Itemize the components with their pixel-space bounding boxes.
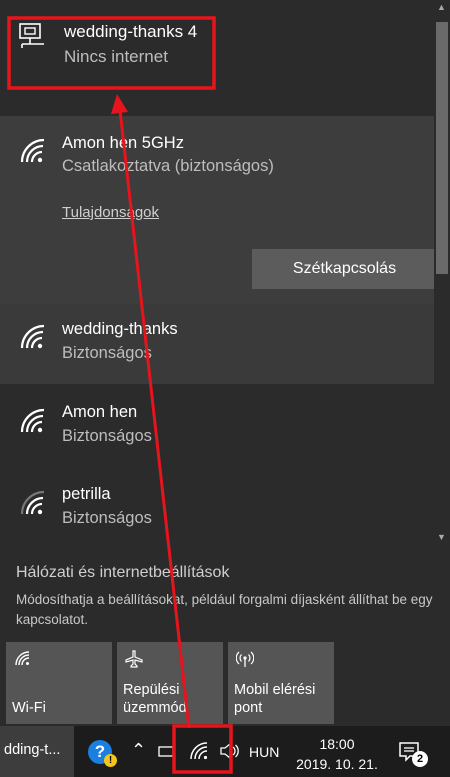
tile-label-line2: üzemmód [123,700,187,716]
network-name: Amon hen [62,403,138,421]
tile-label: Repülési üzemmód [123,681,187,717]
wifi-tile[interactable]: Wi-Fi [6,642,112,724]
network-list: wedding-thanks 4 Nincs internet Amon hen… [0,0,450,552]
tile-label: Wi-Fi [12,699,46,717]
tile-label: Mobil elérési pont [234,681,315,717]
network-status: Biztonságos [62,427,152,445]
settings-description: Módosíthatja a beállításokat, például fo… [16,592,433,627]
network-name: wedding-thanks 4 [64,22,198,41]
ethernet-icon [19,23,44,48]
clock[interactable]: 18:00 2019. 10. 21. [296,734,378,774]
scroll-up-icon[interactable]: ▲ [437,2,446,12]
info-badge-icon: ! [104,754,117,767]
tile-label-line2: pont [234,700,263,716]
network-item[interactable]: petrilla Biztonságos [0,472,434,552]
network-status: Nincs internet [64,47,168,66]
network-name: wedding-thanks [62,320,178,338]
disconnect-button[interactable]: Szétkapcsolás [252,249,437,289]
tile-label-line1: Wi-Fi [12,700,46,716]
network-settings-link[interactable]: Hálózati és internetbeállítások [16,564,229,582]
scrollbar-thumb[interactable] [436,22,448,274]
tile-label-line1: Repülési [123,682,180,698]
volume-icon[interactable] [219,742,239,760]
clock-time: 18:00 [319,736,355,752]
network-name: petrilla [62,485,111,503]
network-item-connected[interactable]: Amon hen 5GHz Csatlakoztatva (biztonságo… [0,116,437,304]
taskbar: dding-t... ? ! ⌃ HUN 18:00 2019. 10. 21.… [0,726,450,777]
network-item-ethernet[interactable]: wedding-thanks 4 Nincs internet [0,0,434,100]
battery-icon[interactable] [158,744,176,759]
wifi-tray-icon[interactable] [189,741,211,761]
wifi-signal-icon [20,408,45,433]
network-status: Biztonságos [62,344,152,362]
tile-label-line1: Mobil elérési [234,682,316,698]
network-status: Csatlakoztatva (biztonságos) [62,157,274,175]
notification-count-badge: 2 [412,751,428,767]
wifi-signal-icon [20,324,45,349]
hotspot-icon [236,651,254,667]
network-item[interactable]: Amon hen Biztonságos [0,390,434,470]
wifi-icon [15,651,30,666]
airplane-mode-tile[interactable]: Repülési üzemmód [117,642,223,724]
mobile-hotspot-tile[interactable]: Mobil elérési pont [228,642,334,724]
wifi-signal-weak-icon [20,490,45,515]
input-language[interactable]: HUN [249,744,279,760]
network-item[interactable]: wedding-thanks Biztonságos [0,304,434,384]
network-flyout: wedding-thanks 4 Nincs internet Amon hen… [0,0,450,726]
scroll-down-icon[interactable]: ▼ [437,532,446,542]
chevron-up-icon[interactable]: ⌃ [131,740,146,761]
scrollbar[interactable]: ▲ ▼ [434,0,450,552]
network-status: Biztonságos [62,509,152,527]
network-name: Amon hen 5GHz [62,134,184,152]
taskbar-app-button[interactable]: dding-t... [0,726,74,777]
taskbar-app-label: dding-t... [4,742,61,758]
wifi-signal-icon [20,138,45,163]
properties-link[interactable]: Tulajdonságok [62,204,159,221]
airplane-icon [125,650,143,668]
clock-date: 2019. 10. 21. [296,756,378,772]
